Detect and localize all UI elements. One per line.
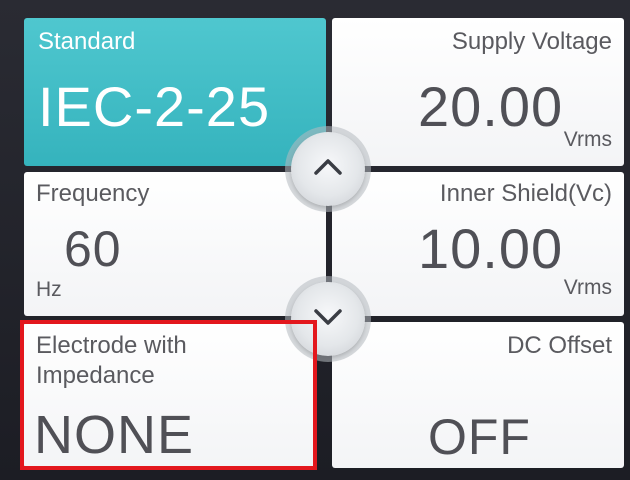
dc-offset-tile[interactable]: DC Offset OFF: [332, 322, 624, 468]
supply-voltage-label: Supply Voltage: [451, 28, 612, 55]
standard-label: Standard: [38, 28, 136, 55]
frequency-value: 60: [64, 221, 122, 277]
electrode-value: NONE: [34, 405, 195, 465]
frequency-unit: Hz: [36, 278, 62, 301]
chevron-down-icon: [311, 306, 345, 333]
dc-offset-label: DC Offset: [507, 332, 612, 359]
electrode-impedance-tile[interactable]: Electrode with Impedance NONE: [24, 322, 314, 468]
supply-voltage-unit: Vrms: [563, 128, 612, 151]
frequency-label: Frequency: [36, 180, 150, 207]
device-screen: Standard IEC-2-25 Supply Voltage 20.00 V…: [0, 0, 630, 480]
scroll-up-button[interactable]: [291, 132, 365, 206]
standard-tile[interactable]: Standard IEC-2-25: [24, 18, 326, 166]
scroll-down-button[interactable]: [291, 282, 365, 356]
chevron-up-icon: [311, 156, 345, 183]
dc-offset-value: OFF: [428, 409, 531, 465]
electrode-label-line1: Electrode with: [36, 332, 187, 359]
inner-shield-tile[interactable]: Inner Shield(Vc) 10.00 Vrms: [332, 172, 624, 316]
inner-shield-unit: Vrms: [563, 276, 612, 299]
inner-shield-value: 10.00: [418, 217, 564, 280]
electrode-label-line2: Impedance: [36, 362, 155, 389]
frequency-tile[interactable]: Frequency 60 Hz: [24, 172, 326, 316]
supply-voltage-tile[interactable]: Supply Voltage 20.00 Vrms: [332, 18, 624, 166]
supply-voltage-value: 20.00: [418, 75, 564, 138]
standard-value: IEC-2-25: [38, 75, 271, 138]
inner-shield-label: Inner Shield(Vc): [439, 180, 612, 207]
